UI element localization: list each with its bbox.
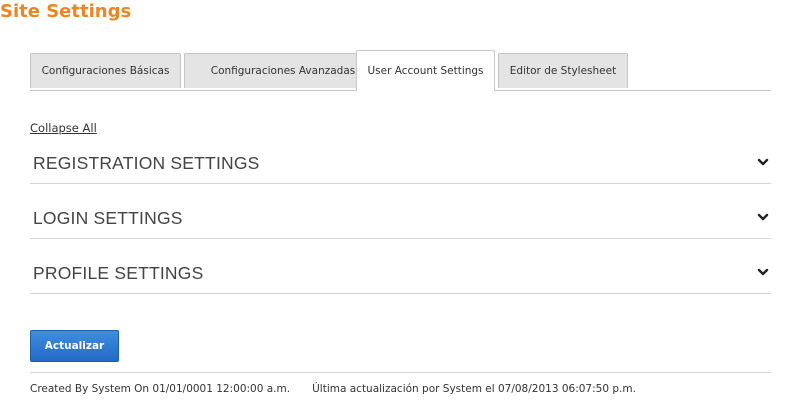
section-title: REGISTRATION SETTINGS [33, 153, 260, 173]
tab-editor-de-stylesheet[interactable]: Editor de Stylesheet [498, 53, 628, 88]
chevron-down-icon[interactable] [757, 156, 769, 168]
section-title: LOGIN SETTINGS [33, 208, 183, 228]
modified-info: Última actualización por System el 07/08… [312, 383, 636, 395]
created-info: Created By System On 01/01/0001 12:00:00… [30, 383, 291, 395]
section-title: PROFILE SETTINGS [33, 263, 204, 283]
section-registration-settings[interactable]: REGISTRATION SETTINGS [30, 145, 771, 184]
chevron-down-icon[interactable] [757, 266, 769, 278]
chevron-down-icon[interactable] [757, 211, 769, 223]
page-title: Site Settings [0, 1, 132, 22]
tab-user-account-settings[interactable]: User Account Settings [356, 50, 495, 91]
tab-configuraciones-avanzadas[interactable]: Configuraciones Avanzadas [184, 53, 382, 88]
settings-tabs: Configuraciones Básicas Configuraciones … [30, 50, 771, 91]
collapse-all-link[interactable]: Collapse All [30, 121, 97, 135]
section-login-settings[interactable]: LOGIN SETTINGS [30, 200, 771, 239]
section-profile-settings[interactable]: PROFILE SETTINGS [30, 255, 771, 294]
update-button[interactable]: Actualizar [30, 330, 119, 362]
footer-divider [30, 372, 771, 373]
audit-footer: Created By System On 01/01/0001 12:00:00… [30, 383, 636, 395]
tab-configuraciones-basicas[interactable]: Configuraciones Básicas [30, 53, 181, 88]
